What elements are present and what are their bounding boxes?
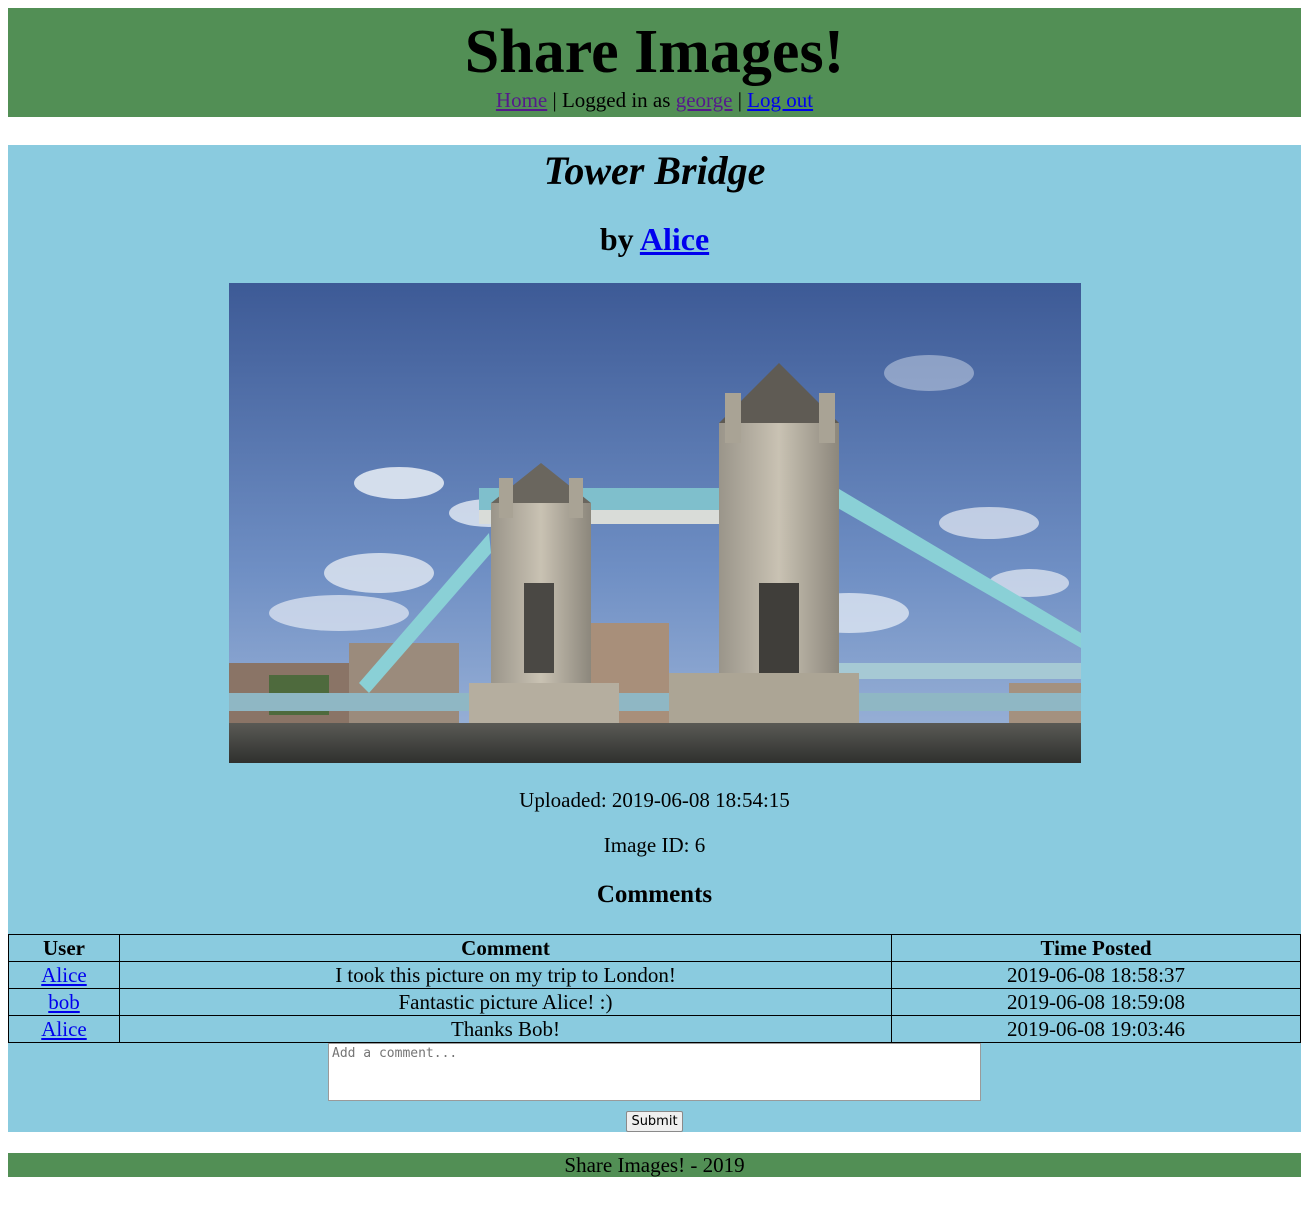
image-title: Tower Bridge <box>543 148 766 193</box>
author-link[interactable]: Alice <box>640 221 709 257</box>
image-id-label: Image ID: <box>603 833 695 857</box>
site-title: Share Images! <box>464 18 845 86</box>
comment-time-cell: 2019-06-08 19:03:46 <box>891 1015 1301 1043</box>
comment-user-cell: bob <box>8 988 120 1016</box>
comment-user-link[interactable]: Alice <box>41 963 86 987</box>
comments-header-row: User Comment Time Posted <box>8 934 1301 962</box>
comment-user-cell: Alice <box>8 961 120 989</box>
uploaded-value: 2019-06-08 18:54:15 <box>611 788 790 812</box>
site-header: Share Images! Home | Logged in as george… <box>8 8 1301 117</box>
comment-user-link[interactable]: bob <box>48 990 80 1014</box>
comments-table: User Comment Time Posted Alice I took th… <box>8 934 1301 1043</box>
comment-input[interactable] <box>328 1043 981 1101</box>
home-link[interactable]: Home <box>496 88 547 112</box>
table-row: Alice I took this picture on my trip to … <box>8 961 1301 989</box>
logged-in-label: Logged in as <box>561 88 676 112</box>
table-row: bob Fantastic picture Alice! :) 2019-06-… <box>8 988 1301 1016</box>
comment-text-cell: I took this picture on my trip to London… <box>119 961 892 989</box>
column-header-time: Time Posted <box>891 934 1301 962</box>
image-photo <box>229 283 1081 763</box>
comment-text-cell: Thanks Bob! <box>119 1015 892 1043</box>
comment-time-cell: 2019-06-08 18:59:08 <box>891 988 1301 1016</box>
image-detail-panel: Tower Bridge by Alice Uploaded: 2019-06-… <box>8 145 1301 1132</box>
column-header-comment: Comment <box>119 934 892 962</box>
table-row: Alice Thanks Bob! 2019-06-08 19:03:46 <box>8 1015 1301 1043</box>
byline-prefix: by <box>599 221 640 257</box>
column-header-user: User <box>8 934 120 962</box>
current-user-link[interactable]: george <box>676 88 733 112</box>
image-id-info: Image ID: 6 <box>8 833 1301 857</box>
nav-bar: Home | Logged in as george | Log out <box>8 88 1301 112</box>
comment-user-link[interactable]: Alice <box>41 1017 86 1041</box>
comment-text-cell: Fantastic picture Alice! :) <box>119 988 892 1016</box>
comment-time-cell: 2019-06-08 18:58:37 <box>891 961 1301 989</box>
image-id-value: 6 <box>694 833 706 857</box>
comment-user-cell: Alice <box>8 1015 120 1043</box>
nav-separator: | <box>732 88 748 112</box>
comments-heading: Comments <box>596 881 713 908</box>
nav-separator: | <box>547 88 562 112</box>
site-footer: Share Images! - 2019 <box>8 1153 1301 1177</box>
submit-comment-button[interactable]: Submit <box>626 1111 683 1132</box>
uploaded-info: Uploaded: 2019-06-08 18:54:15 <box>8 788 1301 812</box>
logout-link[interactable]: Log out <box>747 88 813 112</box>
uploaded-label: Uploaded: <box>519 788 612 812</box>
image-byline: by Alice <box>8 221 1301 257</box>
